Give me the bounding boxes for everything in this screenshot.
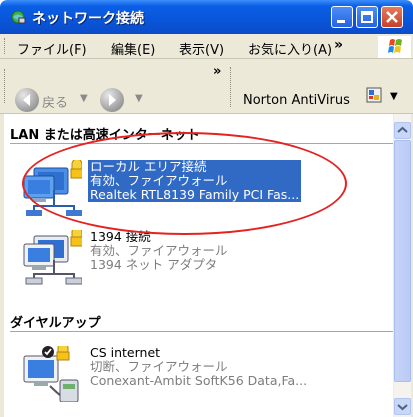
norton-dropdown-icon[interactable]: ▼ (390, 91, 398, 102)
connection-details: CS internet 切断、ファイアウォール Conexant-Ambit S… (90, 346, 307, 388)
norton-antivirus-button[interactable]: Norton AntiVirus (243, 93, 350, 108)
toolbar-grip[interactable] (4, 69, 5, 103)
connection-device: Conexant-Ambit SoftK56 Data,Fa... (90, 373, 308, 388)
toolbar-separator (230, 67, 231, 107)
menu-chevron[interactable]: » (334, 37, 343, 53)
menu-file[interactable]: ファイル(F) (17, 39, 87, 58)
connection-details: 1394 接続 有効、ファイアウォール 1394 ネット アダプタ (90, 230, 228, 272)
maximize-button[interactable] (356, 6, 378, 28)
scroll-up-button[interactable] (394, 122, 411, 139)
title-bar[interactable]: ネットワーク接続 (0, 0, 413, 34)
scroll-down-button[interactable] (394, 398, 411, 415)
network-connections-window: ネットワーク接続 ファイル(F) 編集(E) 表示(V) お気に入り(A) » (0, 0, 413, 417)
forward-arrow-icon (100, 88, 124, 112)
group-divider (10, 331, 393, 332)
connection-device: 1394 ネット アダプタ (90, 257, 218, 272)
menu-favorites[interactable]: お気に入り(A) (248, 39, 332, 58)
menu-view[interactable]: 表示(V) (179, 39, 224, 58)
window-title: ネットワーク接続 (32, 11, 144, 27)
back-arrow-icon (15, 88, 39, 112)
vertical-scrollbar[interactable] (393, 114, 411, 417)
scroll-thumb[interactable] (394, 140, 411, 382)
windows-logo (378, 36, 411, 58)
menu-edit[interactable]: 編集(E) (111, 39, 155, 58)
back-label: 戻る (42, 96, 69, 111)
connection-status: 有効、ファイアウォール (90, 243, 228, 258)
network-connection-icon (20, 226, 84, 286)
menu-bar: ファイル(F) 編集(E) 表示(V) お気に入り(A) » (0, 34, 413, 59)
connection-status: 切断、ファイアウォール (90, 359, 228, 374)
group-header-dialup: ダイヤルアップ (10, 316, 101, 331)
norton-antivirus-icon[interactable] (366, 87, 382, 103)
connection-1394[interactable]: 1394 接続 有効、ファイアウォール 1394 ネット アダプタ (20, 226, 320, 290)
menu-grip[interactable] (4, 38, 8, 54)
forward-dropdown-icon[interactable]: ▼ (135, 93, 143, 104)
connection-cs-internet[interactable]: CS internet 切断、ファイアウォール Conexant-Ambit S… (20, 342, 320, 406)
toolbar-chevron[interactable]: » (213, 64, 221, 79)
standard-toolbar: 戻る ▼ ▼ » Norton AntiVirus ▼ (0, 59, 413, 114)
back-dropdown-icon[interactable]: ▼ (80, 93, 88, 104)
annotation-ellipse (22, 132, 347, 235)
dialup-connection-icon (20, 342, 82, 403)
close-button[interactable] (381, 6, 403, 28)
connection-name: CS internet (90, 345, 161, 360)
network-connections-icon (10, 9, 26, 25)
minimize-button[interactable] (331, 6, 353, 28)
